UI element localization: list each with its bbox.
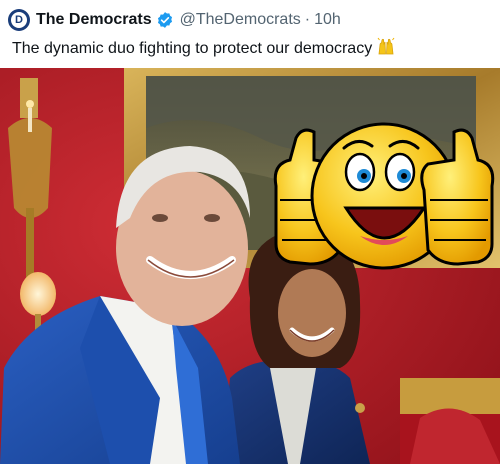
raised-hands-icon [376, 36, 396, 62]
tweet-header: D The Democrats @TheDemocrats · 10h [8, 8, 341, 32]
author-display-name[interactable]: The Democrats [36, 10, 152, 30]
avatar[interactable]: D [8, 9, 30, 31]
verified-badge-icon [156, 11, 174, 29]
separator-dot: · [304, 11, 311, 28]
tweet-text-line: The dynamic duo fighting to protect our … [12, 36, 396, 62]
timestamp[interactable]: 10h [314, 10, 341, 30]
avatar-letter: D [11, 12, 27, 28]
author-handle[interactable]: @TheDemocrats [180, 10, 301, 30]
tweet-card[interactable]: D The Democrats @TheDemocrats · 10h The … [0, 0, 500, 464]
tweet-media-image[interactable] [0, 68, 500, 464]
thumbs-up-smiley-icon [273, 122, 495, 270]
tweet-text: The dynamic duo fighting to protect our … [12, 40, 373, 57]
